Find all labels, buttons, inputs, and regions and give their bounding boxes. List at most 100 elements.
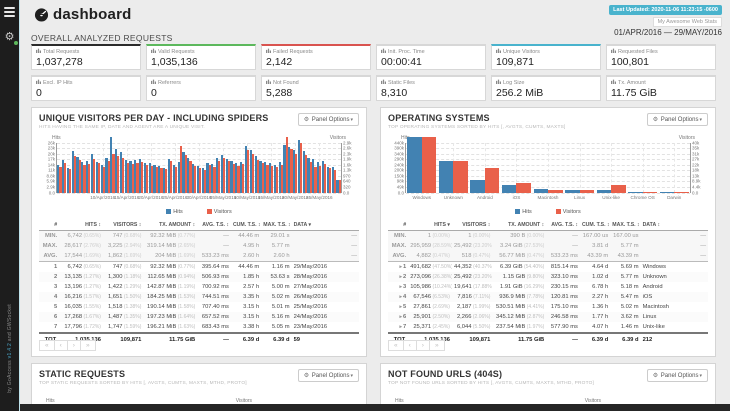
column-header-cum-t-s-[interactable]: CUM. T.S. ↕: [579, 219, 611, 231]
column-header--[interactable]: #: [39, 219, 60, 231]
menu-toggle-icon[interactable]: [4, 7, 15, 17]
cell-percent: (1.59%): [122, 323, 142, 330]
table-row[interactable]: ▸6 25,901 (2.50%) 2,266 (2.06%) 345.12 MiB …: [388, 311, 708, 322]
bar-group[interactable]: [627, 143, 659, 193]
column-header-data[interactable]: DATA ↕: [640, 219, 692, 231]
column-header-max-t-s-[interactable]: MAX. T.S. ↕: [261, 219, 292, 231]
expand-caret-icon[interactable]: ▸: [399, 284, 402, 290]
prev-page-button[interactable]: ‹: [402, 340, 416, 351]
cell-spark: [342, 261, 359, 272]
column-header-max-t-s-[interactable]: MAX. T.S. ↕: [610, 219, 641, 231]
table-row[interactable]: ▸4 67,546 (6.53%) 7,816 (7.11%) 936.9 MiB (…: [388, 291, 708, 302]
cell-visitors: 1,422 (1.29%): [107, 283, 142, 290]
cell-spark: [691, 311, 708, 322]
cell-cum_ts: 2.60 h: [230, 250, 262, 262]
legend-item[interactable]: Visitors: [206, 208, 232, 216]
first-page-button[interactable]: «: [388, 340, 403, 351]
bar-group[interactable]: [501, 143, 533, 193]
panel-options-button[interactable]: ⚙ Panel Options▾: [646, 369, 708, 382]
cell-percent: (0.77%): [176, 263, 196, 270]
app-brand: dashboard: [34, 6, 131, 23]
cell-visitors: 747 (0.68%): [112, 263, 142, 270]
cell-max_ts: 5.02 m: [620, 303, 639, 310]
column-header-hits[interactable]: HITS ↕: [59, 219, 103, 231]
bar-group[interactable]: [406, 136, 438, 193]
column-header-hits[interactable]: HITS ▾: [408, 219, 452, 231]
table-row[interactable]: ▸7 25,371 (2.45%) 6,044 (5.50%) 237.54 MiB …: [388, 322, 708, 333]
cell-cum_ts: 6.39 d: [230, 331, 262, 345]
expand-caret-icon[interactable]: ▸: [399, 274, 402, 280]
expand-caret-icon[interactable]: ▸: [399, 324, 402, 330]
table-row[interactable]: 5 16,035 (1.55%) 1,518 (1.38%) 190.14 MiB (…: [39, 302, 359, 312]
table-row[interactable]: 7 17,796 (1.72%) 1,747 (1.59%) 196.21 MiB (…: [39, 322, 359, 333]
chart-bars-icon: [611, 48, 616, 55]
column-header-tx-amount[interactable]: TX. AMOUNT ↕: [492, 219, 547, 231]
bar-group[interactable]: [595, 143, 627, 193]
column-header-data[interactable]: DATA ▾: [291, 219, 343, 231]
row-index: ▸1: [399, 263, 407, 270]
cell-percent: (1.67%): [82, 313, 101, 320]
column-header-visitors[interactable]: VISITORS ↕: [102, 219, 144, 231]
x-tick-label: iOS: [512, 194, 521, 200]
panel-options-button[interactable]: ⚙ Panel Options▾: [297, 369, 359, 382]
bar-group[interactable]: [336, 143, 341, 193]
cell-data: [291, 240, 343, 251]
bar-group[interactable]: [438, 143, 470, 193]
cell-visitors: 6,044 (5.50%): [456, 323, 491, 330]
expand-caret-icon[interactable]: ▸: [399, 294, 402, 300]
legend-item[interactable]: Hits: [515, 208, 532, 216]
bar-group[interactable]: [659, 143, 691, 193]
cell-hits: 17,796 (1.72%): [64, 323, 101, 330]
goaccess-version-link[interactable]: v1.4.2: [7, 343, 13, 358]
row-index: ▸6: [388, 311, 409, 322]
bar-group[interactable]: [564, 143, 596, 193]
cell-percent: (1.69%): [122, 252, 142, 259]
column-header-tx-amount[interactable]: TX. AMOUNT ↕: [143, 219, 198, 231]
cell-avg_ts: 246.58 ms: [546, 311, 580, 322]
first-page-button[interactable]: «: [39, 340, 54, 351]
panel-options-button[interactable]: ⚙ Panel Options▾: [646, 113, 708, 126]
chart-bars-icon: [266, 48, 271, 55]
next-page-button[interactable]: ›: [66, 340, 80, 351]
cell-hits: 4,882 (0.47%): [408, 250, 452, 262]
last-page-button[interactable]: »: [79, 340, 96, 351]
column-header--[interactable]: #: [388, 219, 409, 231]
cell-tx: 190.14 MiB (1.58%): [147, 303, 196, 310]
table-row[interactable]: 2 13,135 (1.27%) 1,300 (1.18%) 112.65 MiB (…: [39, 271, 359, 282]
prev-page-button[interactable]: ‹: [53, 340, 67, 351]
bar-group[interactable]: [532, 143, 564, 193]
legend-item[interactable]: Visitors: [555, 208, 581, 216]
visitors-bar: [579, 189, 595, 193]
column-header-cum-t-s-[interactable]: CUM. T.S. ↕: [230, 219, 262, 231]
column-header-visitors[interactable]: VISITORS ↕: [451, 219, 493, 231]
chart-bars-icon: [496, 48, 501, 55]
column-header-avg-t-s-[interactable]: AVG. T.S. ↕: [197, 219, 231, 231]
top-panels: UNIQUE VISITORS PER DAY - INCLUDING SPID…: [31, 107, 716, 357]
bar-group[interactable]: [469, 143, 501, 193]
stat-card: Static Files 8,310: [376, 75, 486, 101]
table-row[interactable]: ▸5 27,861 (2.69%) 2,187 (1.99%) 530.51 MiB …: [388, 302, 708, 312]
visitors-bar: [338, 179, 341, 193]
panel-options-button[interactable]: ⚙ Panel Options▾: [297, 113, 359, 126]
column-header-avg-t-s-[interactable]: AVG. T.S. ↕: [546, 219, 580, 231]
y-tick-right: 2.3k: [343, 151, 352, 157]
table-row[interactable]: 4 16,216 (1.57%) 1,651 (1.50%) 184.25 MiB (…: [39, 291, 359, 302]
table-row[interactable]: 3 13,196 (1.27%) 1,422 (1.29%) 142.87 MiB (…: [39, 282, 359, 292]
settings-gear-icon[interactable]: ⚙: [4, 31, 18, 45]
websocket-status-dot: [13, 41, 18, 45]
x-tick-label: 20/May/2016: [281, 194, 309, 200]
expand-caret-icon[interactable]: ▸: [399, 304, 402, 310]
row-index: ▸3: [399, 283, 407, 290]
pagination: «‹ ›»: [39, 340, 96, 351]
legend-item[interactable]: Hits: [166, 208, 183, 216]
table-row[interactable]: 1 6,742 (0.65%) 747 (0.68%) 92.32 MiB (0.77…: [39, 261, 359, 272]
table-row[interactable]: 6 17,268 (1.67%) 1,487 (1.35%) 197.23 MiB (…: [39, 311, 359, 322]
table-row[interactable]: ▸1 491,682 (47.50%) 44,352 (40.37%) 6.39 Gi…: [388, 261, 708, 272]
table-row[interactable]: ▸3 105,986 (10.24%) 19,641 (17.88%) 1.91 Gi…: [388, 282, 708, 292]
last-page-button[interactable]: »: [428, 340, 445, 351]
next-page-button[interactable]: ›: [415, 340, 429, 351]
table-row[interactable]: ▸2 273,096 (26.38%) 25,492 (23.20%) 1.15 Gi…: [388, 271, 708, 282]
stat-card-value: 1,035,136: [151, 56, 198, 68]
expand-caret-icon[interactable]: ▸: [399, 314, 402, 320]
expand-caret-icon[interactable]: ▸: [399, 264, 402, 270]
